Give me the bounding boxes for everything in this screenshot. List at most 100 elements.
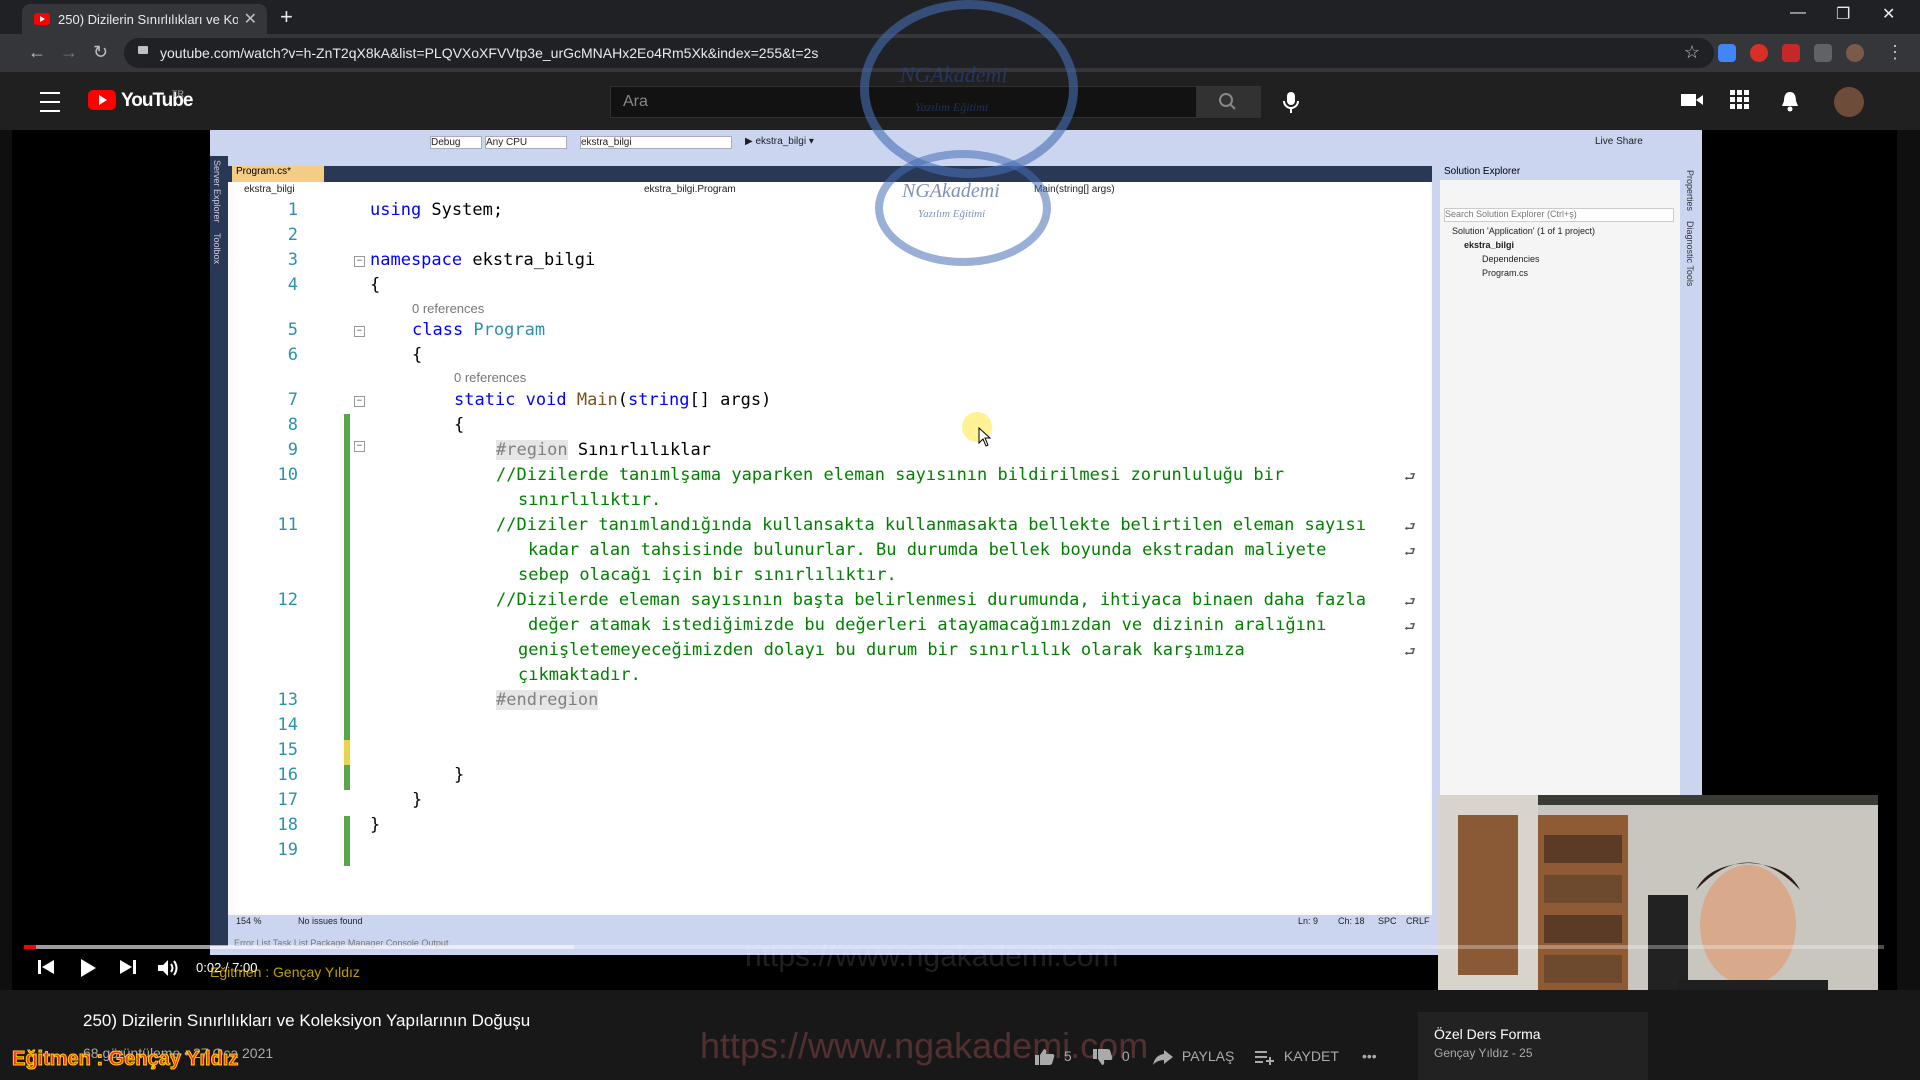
- video-title: 250) Dizilerin Sınırlılıkları ve Koleksi…: [83, 1011, 531, 1030]
- line-number: 4: [287, 275, 298, 295]
- instructor-overlay: Eğitmen : Gençay Yıldız: [210, 964, 360, 980]
- close-window-button[interactable]: ✕: [1882, 4, 1895, 24]
- lock-icon: [138, 46, 148, 54]
- code-line-3: namespace ekstra_bilgi: [370, 250, 596, 270]
- code-line-6: {: [412, 345, 423, 365]
- config-dropdown: Debug: [430, 136, 482, 149]
- document-tab: Program.cs*: [232, 166, 324, 182]
- share-button[interactable]: PAYLAŞ: [1152, 1048, 1234, 1069]
- profile-avatar-icon[interactable]: [1846, 44, 1864, 62]
- new-tab-button[interactable]: +: [280, 4, 293, 30]
- apps-grid-icon[interactable]: [1730, 90, 1750, 115]
- project-dropdown: ekstra_bilgi: [580, 136, 732, 149]
- code-line-12-wrap3: çıkmaktadır.: [518, 665, 641, 685]
- code-line-18: }: [370, 815, 381, 835]
- code-line-16: }: [454, 765, 465, 785]
- promo-card[interactable]: Özel Ders Forma Gençay Yıldız - 25: [1418, 1012, 1648, 1080]
- column-indicator: Ch: 18: [1338, 916, 1365, 926]
- volume-icon[interactable]: [156, 958, 180, 984]
- server-explorer-label: Server Explorer: [212, 160, 222, 223]
- line-number: 13: [277, 690, 298, 710]
- notifications-bell-icon[interactable]: [1780, 90, 1800, 117]
- code-line-4: {: [370, 275, 381, 295]
- translate-extension-icon[interactable]: [1718, 44, 1736, 62]
- references-codelens: 0 references: [412, 301, 485, 316]
- document-tab-label: Program.cs*: [236, 166, 292, 177]
- code-line-12-wrap2: genişletemeyeceğimizden dolayı bu durum …: [518, 640, 1245, 660]
- minimize-button[interactable]: —: [1790, 4, 1806, 22]
- dislike-button[interactable]: 0: [1092, 1048, 1130, 1069]
- solution-explorer: Search Solution Explorer (Ctrl+ş) Soluti…: [1440, 166, 1680, 806]
- issues-indicator: No issues found: [298, 916, 363, 926]
- vs-status-bar: 154 % No issues found Ln: 9 Ch: 18 SPC C…: [228, 915, 1432, 929]
- extensions-puzzle-icon[interactable]: [1814, 44, 1832, 62]
- nav-class: ekstra_bilgi.Program: [644, 184, 736, 195]
- create-video-icon[interactable]: [1680, 90, 1704, 115]
- thumbs-down-icon: [1093, 1049, 1113, 1065]
- thumbs-up-icon: [1035, 1049, 1055, 1065]
- diagnostic-tools-label: Diagnostic Tools: [1685, 221, 1695, 287]
- reload-icon[interactable]: ↻: [93, 42, 108, 63]
- search-button[interactable]: [1197, 86, 1261, 118]
- change-bar: [344, 414, 350, 510]
- extension-badge-icon[interactable]: [1782, 44, 1800, 62]
- forward-arrow-icon[interactable]: →: [60, 42, 78, 63]
- fold-collapse-icon: −: [354, 326, 365, 337]
- dislike-count: 0: [1121, 1048, 1130, 1064]
- change-bar-unsaved: [344, 740, 350, 765]
- search-icon: [1219, 93, 1236, 110]
- browser-menu-icon[interactable]: ⋮: [1886, 42, 1904, 63]
- play-icon[interactable]: [78, 958, 98, 984]
- url-watermark: https://www.ngakademi.com: [745, 940, 1119, 973]
- line-number: 8: [287, 415, 298, 435]
- restore-button[interactable]: ❐: [1836, 4, 1850, 24]
- code-line-12: //Dizilerde eleman sayısının başta belir…: [496, 590, 1366, 610]
- fold-collapse-icon: −: [354, 441, 365, 452]
- extension-red-icon[interactable]: [1750, 44, 1768, 62]
- code-line-5: class Program: [412, 320, 546, 340]
- solution-project: ekstra_bilgi: [1464, 240, 1515, 250]
- url-watermark-large: https://www.ngakademi.com: [700, 1025, 1149, 1066]
- voice-search-button[interactable]: [1275, 86, 1307, 118]
- solution-explorer-header: Solution Explorer: [1440, 166, 1680, 180]
- line-number: 3: [287, 250, 298, 270]
- code-line-13: #endregion: [496, 690, 599, 710]
- zoom-level: 154 %: [236, 916, 262, 926]
- line-number: 16: [277, 765, 298, 785]
- share-label: PAYLAŞ: [1181, 1048, 1235, 1064]
- code-line-10-wrap: sınırlılıktır.: [518, 490, 662, 510]
- line-number: 10: [277, 465, 298, 485]
- properties-label: Properties: [1685, 170, 1695, 212]
- code-line-7: static void Main(string[] args): [454, 390, 772, 410]
- like-button[interactable]: 5: [1034, 1048, 1072, 1069]
- code-line-10: //Dizilerde tanımlşama yaparken eleman s…: [496, 465, 1285, 485]
- spaces-indicator: SPC: [1378, 916, 1397, 926]
- bookmark-star-icon[interactable]: ☆: [1684, 42, 1700, 63]
- back-arrow-icon[interactable]: ←: [28, 42, 46, 63]
- solution-dependencies: Dependencies: [1482, 254, 1540, 264]
- previous-icon[interactable]: [36, 958, 56, 982]
- browser-tab[interactable]: 250) Dizilerin Sınırlılıkları ve Koleks …: [22, 4, 267, 34]
- word-wrap-icon: ⮐: [1404, 620, 1416, 635]
- microphone-icon: [1283, 92, 1299, 113]
- line-number: 6: [287, 345, 298, 365]
- code-editor: 1 2 3 4 5 6 7 8 9 10 11 12 13 14 15 16 17 18 19 − − − − us…: [234, 198, 1430, 913]
- promo-channel: Gençay Yıldız - 25: [1434, 1046, 1533, 1060]
- tab-close-button[interactable]: ✕: [244, 9, 257, 29]
- line-number: 7: [287, 390, 298, 410]
- youtube-logo-icon[interactable]: [88, 90, 116, 110]
- line-number: 12: [277, 590, 298, 610]
- toolbox-label: Toolbox: [212, 232, 222, 264]
- change-bar: [344, 510, 350, 740]
- line-number: 15: [277, 740, 298, 760]
- account-avatar[interactable]: [1834, 87, 1864, 117]
- next-icon[interactable]: [118, 958, 138, 982]
- more-actions-icon[interactable]: •••: [1362, 1048, 1377, 1064]
- watermark-brand-2: NGAkademi: [902, 180, 1000, 202]
- fold-collapse-icon: −: [354, 256, 365, 267]
- buffer-bar: [24, 945, 574, 949]
- live-share-button: Live Share: [1595, 136, 1643, 147]
- youtube-favicon-icon: [34, 13, 50, 25]
- save-button[interactable]: KAYDET: [1254, 1048, 1339, 1069]
- hamburger-menu-icon[interactable]: [40, 92, 60, 112]
